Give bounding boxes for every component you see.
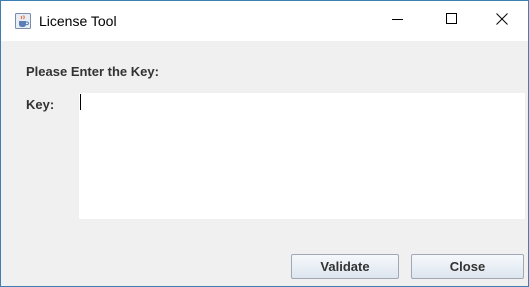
minimize-button[interactable] <box>375 1 421 41</box>
title-bar[interactable]: License Tool <box>1 1 528 41</box>
maximize-icon <box>446 12 458 30</box>
minimize-icon <box>392 12 404 30</box>
close-icon <box>496 12 508 30</box>
java-cup-icon <box>15 13 31 29</box>
maximize-button[interactable] <box>429 1 475 41</box>
license-tool-window: License Tool Please Enter the Key: Key: … <box>0 0 529 287</box>
dialog-content: Please Enter the Key: Key: Validate Clos… <box>1 41 528 286</box>
window-title: License Tool <box>39 13 117 29</box>
validate-button[interactable]: Validate <box>291 254 399 279</box>
close-window-button[interactable] <box>479 1 525 41</box>
key-text-area[interactable] <box>79 93 525 219</box>
key-label: Key: <box>26 97 55 112</box>
text-caret <box>80 94 81 110</box>
close-button[interactable]: Close <box>411 254 524 279</box>
prompt-label: Please Enter the Key: <box>26 64 159 79</box>
